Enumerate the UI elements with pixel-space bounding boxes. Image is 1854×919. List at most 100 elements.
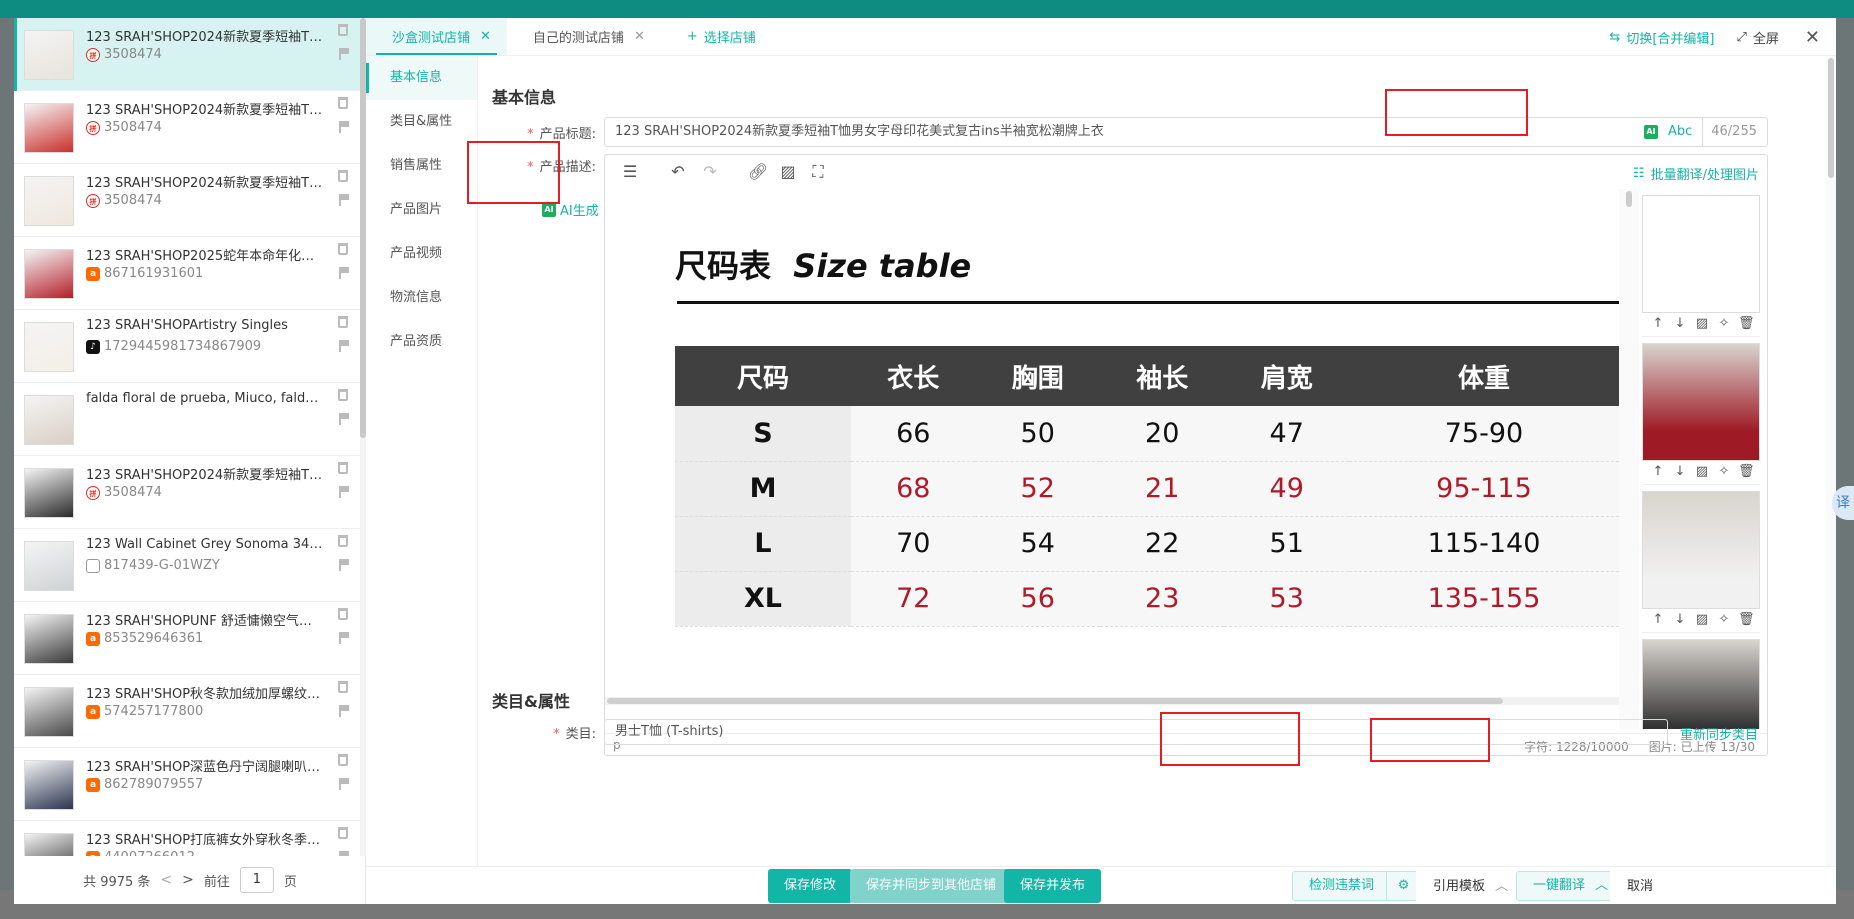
magic-wand-icon[interactable]: ✧ xyxy=(1716,316,1732,336)
product-list-item[interactable]: 123 Wall Cabinet Grey Sonoma 34.5x... 817… xyxy=(14,529,360,602)
gear-icon[interactable]: ⚙ xyxy=(1386,872,1420,900)
product-list-item[interactable]: 123 SRAH'SHOP2024新款夏季短袖T恤... 拼 3508474 xyxy=(14,164,360,237)
flag-icon[interactable] xyxy=(339,413,349,425)
save-sync-button[interactable]: 保存并同步到其他店铺 xyxy=(850,869,1013,903)
magic-wand-icon[interactable]: ✧ xyxy=(1716,464,1732,484)
product-list-item[interactable]: 123 SRAH'SHOP打底裤女外穿秋冬季小... a 44007266012 xyxy=(14,821,360,856)
product-list-item[interactable]: 123 SRAH'SHOPUNF 舒适慵懒空气层... a 853529646361 xyxy=(14,602,360,675)
next-page-icon[interactable]: > xyxy=(182,872,194,888)
image-strip-scrollbar[interactable] xyxy=(1619,189,1639,729)
flag-icon[interactable] xyxy=(339,632,349,644)
page-number-input[interactable]: 1 xyxy=(239,867,274,893)
tab-own-test-store[interactable]: 自己的测试店铺 ✕ xyxy=(507,18,661,55)
link-icon[interactable]: 🔗︎ xyxy=(747,161,769,183)
template-button[interactable]: 引用模板 ︿ xyxy=(1416,869,1526,903)
undo-icon[interactable]: ↶ xyxy=(667,161,689,183)
trash-icon[interactable] xyxy=(338,608,348,620)
trash-icon[interactable] xyxy=(338,827,348,839)
ai-icon[interactable]: AI xyxy=(1643,125,1658,139)
description-image[interactable] xyxy=(1642,491,1760,609)
flag-icon[interactable] xyxy=(339,340,349,352)
nav-qualifications[interactable]: 产品资质 xyxy=(366,320,477,364)
trash-icon[interactable] xyxy=(338,389,348,401)
list-icon[interactable]: ☰ xyxy=(619,161,641,183)
fullscreen-editor-icon[interactable]: ⛶ xyxy=(807,161,829,183)
close-icon[interactable]: ✕ xyxy=(634,29,645,44)
arrow-up-icon[interactable]: ↑ xyxy=(1650,464,1666,484)
arrow-down-icon[interactable]: ↓ xyxy=(1672,464,1688,484)
one-click-translate-button[interactable]: 一键翻译 ︿ xyxy=(1516,871,1626,901)
nav-category-attributes[interactable]: 类目&属性 xyxy=(366,100,477,144)
abc-case-button[interactable]: Abc xyxy=(1668,118,1692,146)
nav-logistics[interactable]: 物流信息 xyxy=(366,276,477,320)
nav-product-images[interactable]: 产品图片 xyxy=(366,188,477,232)
close-modal-icon[interactable]: ✕ xyxy=(1805,27,1820,48)
arrow-up-icon[interactable]: ↑ xyxy=(1650,612,1666,632)
resync-category-link[interactable]: 重新同步类目 xyxy=(1680,724,1758,743)
image-icon[interactable]: ▨ xyxy=(777,161,799,183)
trash-icon[interactable]: 🗑︎ xyxy=(1738,316,1755,336)
product-list-item[interactable]: falda floral de prueba, Miuco, falda d..… xyxy=(14,383,360,456)
prev-page-icon[interactable]: < xyxy=(160,872,172,888)
flag-icon[interactable] xyxy=(339,705,349,717)
product-list-item[interactable]: 123 SRAH'SHOPArtistry Singles ♪ 1729445981… xyxy=(14,310,360,383)
description-image[interactable] xyxy=(1642,343,1760,461)
add-store-button[interactable]: + 选择店铺 xyxy=(661,18,772,55)
side-translate-button[interactable]: 译 xyxy=(1832,486,1854,520)
flag-icon[interactable] xyxy=(339,778,349,790)
nav-basic-info[interactable]: 基本信息 xyxy=(366,56,477,100)
close-icon[interactable]: ✕ xyxy=(480,29,491,44)
trash-icon[interactable] xyxy=(338,681,348,693)
flag-icon[interactable] xyxy=(339,267,349,279)
description-image[interactable] xyxy=(1642,195,1760,313)
flag-icon[interactable] xyxy=(339,194,349,206)
trash-icon[interactable]: 🗑︎ xyxy=(1738,612,1755,632)
trash-icon[interactable] xyxy=(338,316,348,328)
content-scrollbar[interactable] xyxy=(1826,56,1836,866)
flag-icon[interactable] xyxy=(339,121,349,133)
trash-icon[interactable] xyxy=(338,24,348,36)
product-list-item[interactable]: 123 SRAH'SHOP2024新款夏季短袖T恤... 拼 3508474 xyxy=(14,91,360,164)
save-button[interactable]: 保存修改 xyxy=(768,869,853,903)
category-select[interactable]: 男士T恤 (T-shirts) xyxy=(604,719,1668,745)
trash-icon[interactable] xyxy=(338,462,348,474)
redo-icon[interactable]: ↷ xyxy=(699,161,721,183)
product-list-item[interactable]: 123 SRAH'SHOP2025蛇年本命年化解... a 867161931601 xyxy=(14,237,360,310)
batch-translate-images-button[interactable]: ☷ 批量翻译/处理图片 xyxy=(1633,164,1759,183)
product-list-item[interactable]: 123 SRAH'SHOP2024新款夏季短袖T恤... 拼 3508474 xyxy=(14,18,360,91)
fullscreen-button[interactable]: ⤢ 全屏 xyxy=(1736,28,1778,47)
flag-icon[interactable] xyxy=(339,851,349,856)
tab-sandbox-store[interactable]: 沙盒测试店铺 ✕ xyxy=(366,18,507,55)
flag-icon[interactable] xyxy=(339,486,349,498)
product-list-item[interactable]: 123 SRAH'SHOP深蓝色丹宁阔腿喇叭牛... a 862789079557 xyxy=(14,748,360,821)
arrow-down-icon[interactable]: ↓ xyxy=(1672,316,1688,336)
cancel-button[interactable]: 取消 xyxy=(1610,869,1671,903)
trash-icon[interactable] xyxy=(338,170,348,182)
description-editor[interactable]: ☰ ↶ ↷ 🔗︎ ▨ ⛶ ☷ 批量翻译/处理图片 尺码表 Size table … xyxy=(604,154,1768,756)
save-publish-button[interactable]: 保存并发布 xyxy=(1004,869,1102,903)
arrow-up-icon[interactable]: ↑ xyxy=(1650,316,1666,336)
editor-body[interactable]: 尺码表 Size table 尺码 衣长 胸围 袖长 肩宽 体重 S 66 50… xyxy=(605,189,1619,729)
description-image[interactable] xyxy=(1642,639,1760,729)
switch-merge-edit-button[interactable]: ⇆ 切换[合并编辑] xyxy=(1609,28,1714,47)
image-edit-icon[interactable]: ▨ xyxy=(1694,316,1710,336)
trash-icon[interactable] xyxy=(338,243,348,255)
editor-horizontal-scrollbar[interactable] xyxy=(605,697,1619,705)
flag-icon[interactable] xyxy=(339,48,349,60)
description-image-strip: ↑↓▨✧🗑︎↑↓▨✧🗑︎↑↓▨✧🗑︎↑↓▨✧🗑︎ xyxy=(1639,189,1767,729)
product-list-item[interactable]: 123 SRAH'SHOP2024新款夏季短袖T恤... 拼 3508474 xyxy=(14,456,360,529)
nav-sales-attributes[interactable]: 销售属性 xyxy=(366,144,477,188)
magic-wand-icon[interactable]: ✧ xyxy=(1716,612,1732,632)
product-title-input[interactable]: 123 SRAH'SHOP2024新款夏季短袖T恤男女字母印花美式复古ins半袖… xyxy=(604,117,1768,147)
flag-icon[interactable] xyxy=(339,559,349,571)
image-edit-icon[interactable]: ▨ xyxy=(1694,612,1710,632)
trash-icon[interactable]: 🗑︎ xyxy=(1738,464,1755,484)
image-edit-icon[interactable]: ▨ xyxy=(1694,464,1710,484)
arrow-down-icon[interactable]: ↓ xyxy=(1672,612,1688,632)
check-banned-words-button[interactable]: 检测违禁词 ⚙ xyxy=(1292,871,1422,901)
trash-icon[interactable] xyxy=(338,754,348,766)
trash-icon[interactable] xyxy=(338,97,348,109)
nav-product-video[interactable]: 产品视频 xyxy=(366,232,477,276)
product-list-item[interactable]: 123 SRAH'SHOP秋冬款加绒加厚螺纹棉... a 574257177800 xyxy=(14,675,360,748)
trash-icon[interactable] xyxy=(338,535,348,547)
